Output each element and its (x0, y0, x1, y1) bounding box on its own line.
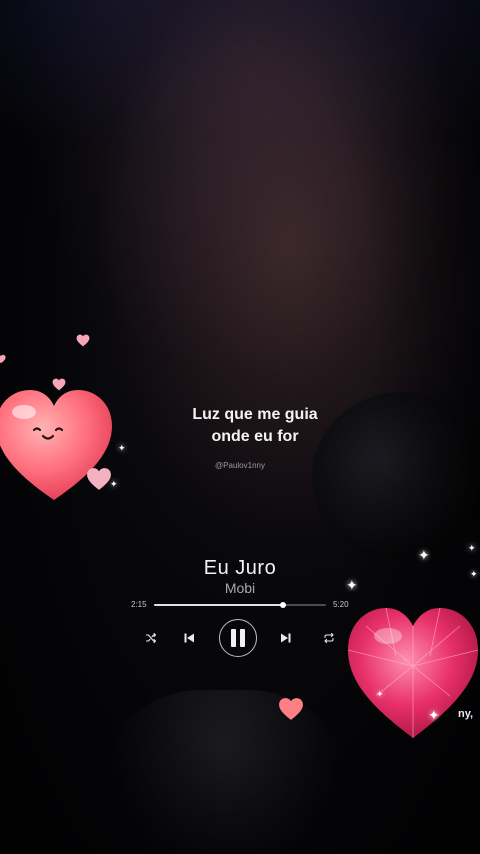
sparkle-icon: ✦ (346, 577, 358, 593)
song-title: Eu Juro (203, 557, 277, 579)
sparkle-icon: ✦ (118, 443, 126, 453)
lyric-line-1: Luz que me guia (192, 406, 318, 423)
progress-knob[interactable] (280, 602, 286, 608)
pause-button[interactable] (219, 619, 257, 657)
small-heart-icon (0, 354, 6, 364)
next-button[interactable] (278, 630, 294, 646)
sparkle-icon: ✦ (470, 569, 478, 579)
skip-previous-icon (184, 633, 194, 643)
lyrics-block: Luz que me guia onde eu for (150, 404, 360, 448)
shuffle-button[interactable] (143, 630, 159, 646)
progress-track[interactable] (154, 602, 326, 608)
current-time: 2:15 (131, 600, 147, 609)
lyric-line-2: onde eu for (211, 428, 299, 445)
shuffle-icon (145, 632, 157, 644)
song-artist: Mobi (224, 580, 256, 596)
small-heart-icon (278, 696, 304, 722)
pause-icon (231, 629, 245, 647)
repeat-button[interactable] (321, 630, 337, 646)
progress-fill (154, 604, 283, 606)
sparkle-icon: ✦ (468, 543, 476, 553)
watermark: @Paulov1nny (215, 461, 265, 470)
small-heart-icon (76, 334, 90, 347)
skip-next-icon (281, 633, 291, 643)
sparkle-icon: ✦ (428, 707, 440, 723)
previous-button[interactable] (181, 630, 197, 646)
small-heart-icon (52, 378, 66, 391)
repeat-icon (324, 632, 334, 644)
sparkle-icon: ✦ (418, 547, 430, 563)
partial-sticker-text: ny, (458, 708, 474, 720)
sparkle-icon: ✦ (110, 479, 118, 489)
small-heart-icon (86, 467, 112, 491)
sparkle-icon: ✦ (376, 689, 384, 699)
